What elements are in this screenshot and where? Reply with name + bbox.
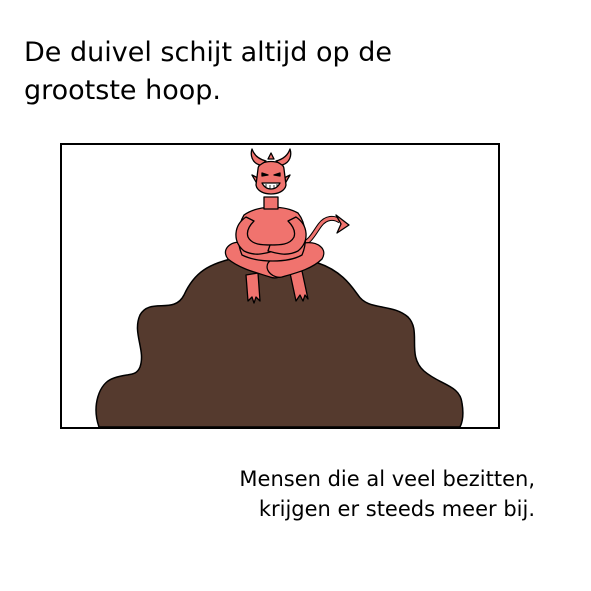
pile-icon [95, 254, 464, 427]
caption-line-2: krijgen er steeds meer bij. [258, 497, 535, 521]
proverb-title-line-2: grootste hoop. [24, 75, 221, 106]
proverb-title-line-1: De duivel schijt altijd op de [24, 37, 392, 68]
caption-line-1: Mensen die al veel bezitten, [239, 467, 535, 491]
devil-on-pile-illustration [95, 148, 464, 427]
proverb-explanation: Mensen die al veel bezitten, krijgen er … [239, 464, 535, 524]
illustration-frame [60, 143, 500, 429]
horns-icon [250, 148, 267, 166]
proverb-title: De duivel schijt altijd op de grootste h… [24, 34, 544, 110]
